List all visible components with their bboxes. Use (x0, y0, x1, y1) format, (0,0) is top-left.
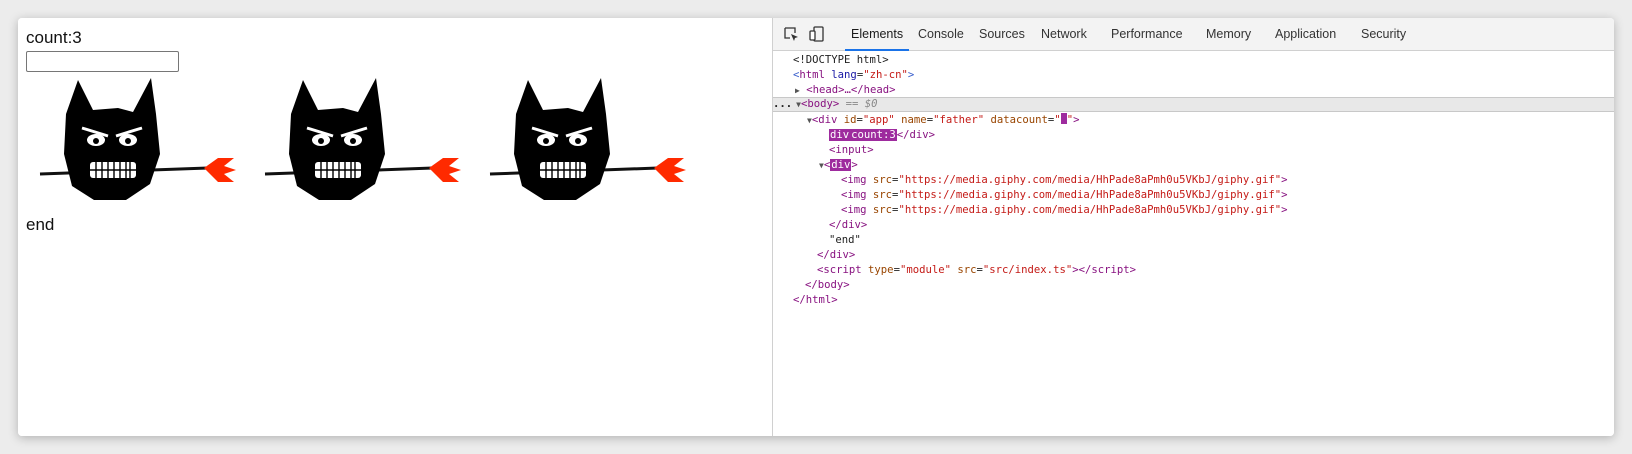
dom-node-close-body[interactable]: </body> (773, 278, 1614, 293)
script-type-attr: type (868, 264, 894, 276)
tab-elements[interactable]: Elements (844, 18, 910, 51)
body-selected-marker: == $0 (845, 98, 878, 110)
cat-gif-image (489, 78, 686, 200)
inspect-element-icon[interactable] (783, 26, 799, 42)
tab-console[interactable]: Console (918, 18, 964, 50)
count-div-text: count:3 (850, 129, 897, 141)
dom-node-img-div[interactable]: ▼<div> (773, 158, 1614, 173)
dom-node-head[interactable]: ▶ <head>…</head> (773, 83, 1614, 98)
tab-sources[interactable]: Sources (979, 18, 1025, 50)
html-lang-attr: lang (831, 69, 857, 81)
doctype-text: <!DOCTYPE html> (793, 54, 889, 66)
app-name-attr: name (901, 114, 927, 126)
dom-node-html[interactable]: <html lang="zh-cn"> (773, 68, 1614, 83)
img-src-value: "https://media.giphy.com/media/HhPade8aP… (898, 204, 1282, 216)
tab-performance[interactable]: Performance (1111, 18, 1183, 50)
device-toolbar-icon[interactable] (809, 26, 825, 42)
body-tag: <body> (800, 98, 840, 110)
page-viewport: count:3 end (18, 18, 772, 436)
script-src-value: "src/index.ts" (982, 264, 1073, 276)
devtools-panel: Elements Console Sources Network Perform… (772, 18, 1614, 436)
expand-triangle-icon[interactable]: ▶ (795, 86, 800, 95)
input-tag: <input> (829, 144, 874, 156)
cat-gif-image (39, 78, 236, 200)
dom-node-body[interactable]: ... ▼<body> == $0 (773, 97, 1614, 112)
app-id-value: "app" (862, 114, 895, 126)
dom-node-count-div[interactable]: div count:3</div> (773, 128, 1614, 143)
img-src-attr: src (872, 174, 893, 186)
dom-node-img[interactable]: <img src="https://media.giphy.com/media/… (773, 188, 1614, 203)
dom-node-img[interactable]: <img src="https://media.giphy.com/media/… (773, 203, 1614, 218)
html-tag: html (799, 69, 825, 81)
tab-application[interactable]: Application (1275, 18, 1336, 50)
dom-node-input[interactable]: <input> (773, 143, 1614, 158)
app-datacount-attr: datacount (990, 114, 1048, 126)
dom-node-close-html[interactable]: </html> (773, 293, 1614, 308)
dom-node-img[interactable]: <img src="https://media.giphy.com/media/… (773, 173, 1614, 188)
end-text-node: "end" (829, 234, 861, 246)
app-id-attr: id (843, 114, 857, 126)
cat-gif-image (264, 78, 461, 200)
dom-node-close-div[interactable]: </div> (773, 218, 1614, 233)
tab-memory[interactable]: Memory (1206, 18, 1251, 50)
text-input[interactable] (26, 51, 179, 72)
head-collapsed: <head>…</head> (806, 84, 896, 96)
tab-security[interactable]: Security (1361, 18, 1406, 50)
more-actions-icon[interactable]: ... (773, 98, 792, 110)
browser-window: count:3 end Elements Console Sources Net… (18, 18, 1614, 436)
img-src-attr: src (872, 204, 893, 216)
img-src-value: "https://media.giphy.com/media/HhPade8aP… (898, 174, 1282, 186)
app-name-value: "father" (933, 114, 985, 126)
devtools-tabbar: Elements Console Sources Network Perform… (773, 18, 1614, 51)
tab-network[interactable]: Network (1041, 18, 1087, 50)
dom-node-doctype[interactable]: <!DOCTYPE html> (773, 53, 1614, 68)
count-text: count:3 (26, 28, 82, 47)
img-src-attr: src (872, 189, 893, 201)
dom-node-app-div[interactable]: ▼<div id="app" name="father" datacount="… (773, 113, 1614, 128)
dom-node-end-text[interactable]: "end" (773, 233, 1614, 248)
dom-node-close-app[interactable]: </div> (773, 248, 1614, 263)
script-type-value: "module" (899, 264, 951, 276)
script-src-attr: src (957, 264, 977, 276)
dom-node-script[interactable]: <script type="module" src="src/index.ts"… (773, 263, 1614, 278)
dom-tree: <!DOCTYPE html> <html lang="zh-cn"> ▶ <h… (773, 51, 1614, 436)
img-src-value: "https://media.giphy.com/media/HhPade8aP… (898, 189, 1282, 201)
html-lang-value: "zh-cn" (863, 69, 908, 81)
end-text: end (26, 215, 55, 234)
